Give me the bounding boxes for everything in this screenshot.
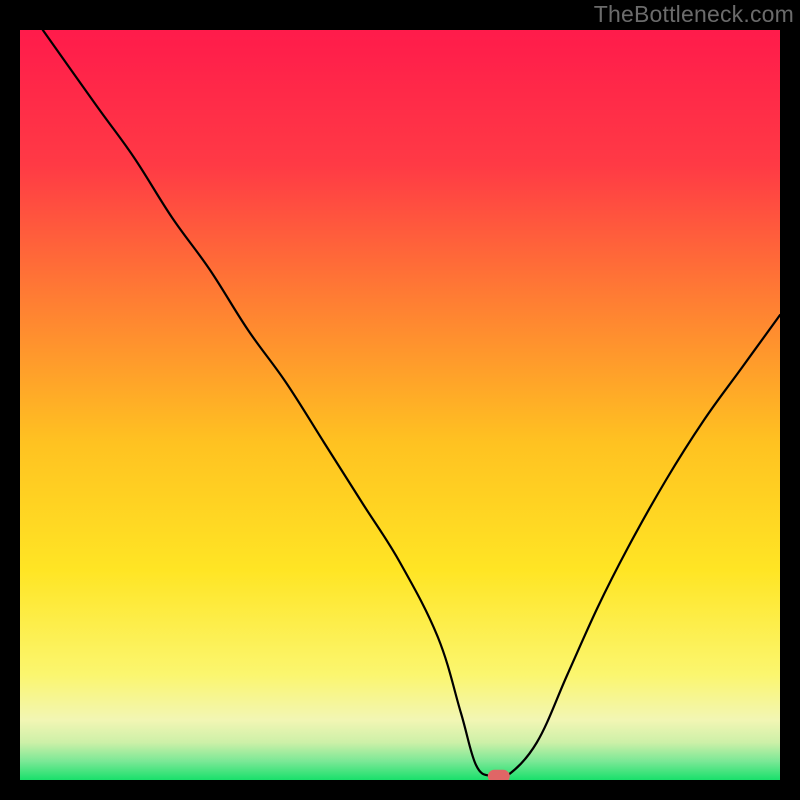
chart-stage: TheBottleneck.com [0,0,800,800]
chart-svg [0,0,800,800]
optimum-marker [488,770,510,783]
attribution-label: TheBottleneck.com [594,1,794,28]
plot-area [20,30,780,780]
